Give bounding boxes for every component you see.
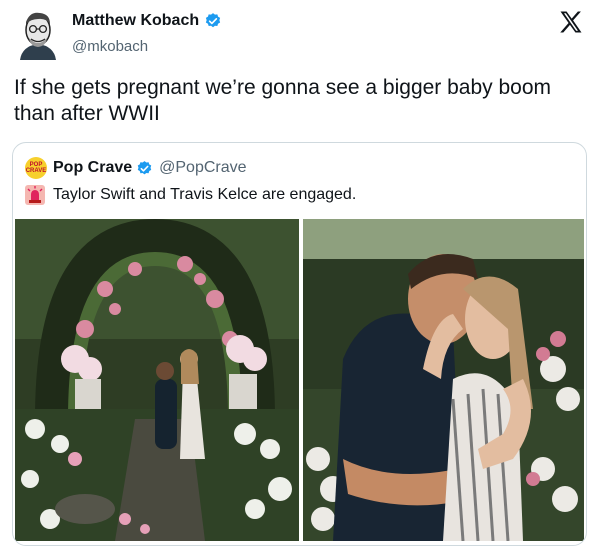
police-light-icon <box>25 185 45 205</box>
quoted-avatar-text: POP CRAVE <box>25 162 47 174</box>
quoted-tweet[interactable]: POP CRAVE Pop Crave @PopCrave Taylor Swi… <box>12 142 587 546</box>
quoted-author-name[interactable]: Pop Crave <box>53 159 132 177</box>
quoted-author-handle[interactable]: @PopCrave <box>159 159 246 177</box>
tweet-text: If she gets pregnant we’re gonna see a b… <box>14 76 552 125</box>
quoted-photo-1[interactable] <box>15 219 299 541</box>
x-logo-icon[interactable] <box>557 8 585 36</box>
author-avatar[interactable] <box>16 8 60 60</box>
author-name[interactable]: Matthew Kobach <box>72 12 199 30</box>
quoted-tweet-text: Taylor Swift and Travis Kelce are engage… <box>53 186 357 203</box>
quoted-photo-2[interactable] <box>303 219 584 541</box>
verified-badge-icon <box>136 160 153 177</box>
quoted-avatar[interactable]: POP CRAVE <box>25 157 47 179</box>
tweet-card: Matthew Kobach @mkobach If she gets preg… <box>0 0 599 556</box>
verified-badge-icon <box>204 12 222 30</box>
author-handle[interactable]: @mkobach <box>72 38 148 55</box>
